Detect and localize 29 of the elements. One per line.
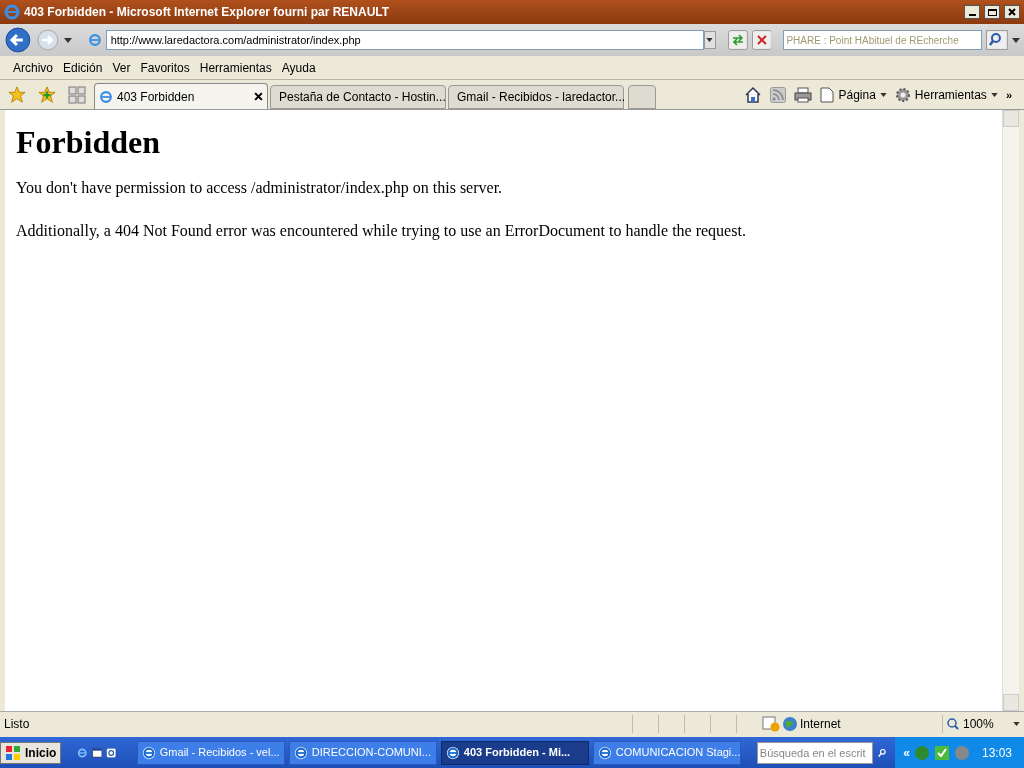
zoom-button[interactable]: 100% <box>942 714 1020 733</box>
address-field[interactable]: http://www.laredactora.com/administrator/index.php <box>105 30 704 50</box>
taskbar-button[interactable]: DIRECCION-COMUNI... <box>288 740 437 765</box>
browser-tab[interactable]: 403 Forbidden <box>94 83 268 109</box>
menu-item[interactable]: Ayuda <box>276 58 321 77</box>
tools-menu-button[interactable]: Herramientas <box>894 86 998 104</box>
menu-item[interactable]: Favoritos <box>135 58 195 77</box>
taskbar-button[interactable]: 403 Forbidden - Mi... <box>440 740 589 765</box>
window-title: 403 Forbidden - Microsoft Internet Explorer fourni par RENAULT <box>24 4 391 21</box>
menu-item[interactable]: Edición <box>58 58 108 77</box>
menu-item[interactable]: Ver <box>107 58 136 77</box>
more-button[interactable]: » <box>1005 86 1012 104</box>
browser-tab[interactable]: Pestaña de Contacto - Hostin... <box>270 85 446 109</box>
menu-item[interactable]: Archivo <box>8 58 58 77</box>
clock: 13:03 <box>981 744 1012 762</box>
page-menu-button[interactable]: Página <box>820 86 887 104</box>
taskbar-button[interactable]: Gmail - Recibidos - vel... <box>136 740 285 765</box>
zone-label: Internet <box>800 715 842 733</box>
page-heading: Forbidden <box>16 123 162 162</box>
error-message: You don't have permission to access /administrator/index.php on this server. <box>16 178 504 199</box>
search-field[interactable]: PHARE : Point HAbituel de REcherche <box>783 30 983 50</box>
start-button[interactable]: Inicio <box>0 741 62 764</box>
browser-tab[interactable]: Gmail - Recibidos - laredactor... <box>448 85 624 109</box>
menu-item[interactable]: Herramientas <box>194 58 277 77</box>
desktop-search-field[interactable]: Búsqueda en el escrit <box>756 741 873 764</box>
error-message: Additionally, a 404 Not Found error was encountered while trying to use an ErrorDocument to handle the request. <box>16 221 747 242</box>
taskbar-button[interactable]: COMUNICACION Stagi... <box>592 740 741 765</box>
status-text: Listo <box>4 715 31 733</box>
expand-tray-button[interactable]: « <box>903 743 910 762</box>
